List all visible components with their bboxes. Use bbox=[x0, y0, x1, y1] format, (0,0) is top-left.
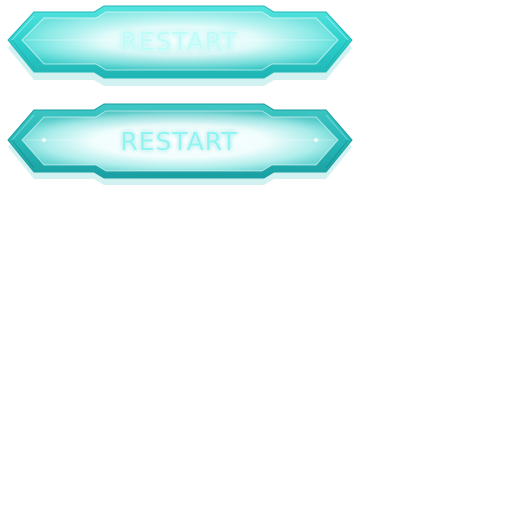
restart-button-highlighted-frame bbox=[7, 103, 353, 185]
restart-button-frame bbox=[7, 5, 353, 86]
sprite-sheet: RESTART RESTART bbox=[0, 0, 512, 512]
restart-button[interactable]: RESTART bbox=[4, 2, 354, 90]
restart-button-highlighted[interactable]: RESTART bbox=[4, 100, 354, 188]
